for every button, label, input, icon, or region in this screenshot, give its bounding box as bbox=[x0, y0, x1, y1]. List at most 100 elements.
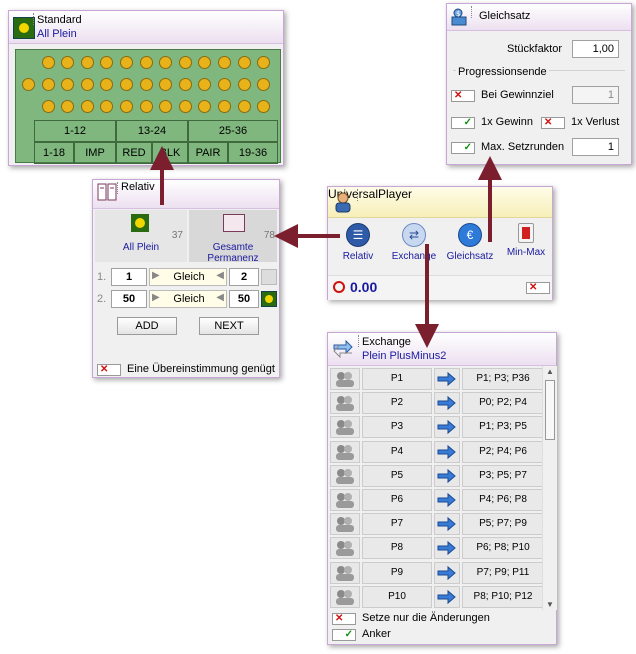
mode-right-arrow-icon[interactable]: ◀ bbox=[216, 270, 224, 281]
number-chip[interactable] bbox=[198, 78, 212, 91]
number-chip[interactable] bbox=[61, 78, 75, 91]
relativ-col2[interactable]: 78 Gesamte Permanenz bbox=[189, 210, 277, 264]
number-chip[interactable] bbox=[257, 100, 271, 113]
number-chip[interactable] bbox=[257, 56, 271, 69]
number-chip[interactable] bbox=[178, 56, 192, 69]
gleichsatz-button[interactable]: € Gleichsatz bbox=[442, 221, 498, 265]
exchange-scrollbar[interactable]: ▲ ▼ bbox=[542, 366, 557, 610]
setzrunden-toggle[interactable]: ✓ bbox=[451, 142, 475, 154]
plein-icon bbox=[13, 17, 35, 39]
number-chip[interactable] bbox=[178, 78, 192, 91]
number-chip[interactable] bbox=[198, 56, 212, 69]
number-chip[interactable] bbox=[257, 78, 271, 91]
relativ-button[interactable]: ☰ Relativ bbox=[330, 221, 386, 265]
exchange-list[interactable]: P1 P1; P3; P36 P2 P0; P2; P4 P3 P1; P3; P5 P4 P… bbox=[328, 366, 556, 610]
uebereinstimmung-toggle[interactable]: ✕ bbox=[97, 364, 121, 376]
anker-toggle[interactable]: ✓ bbox=[332, 629, 356, 641]
row-mode-select[interactable]: ▶ Gleich ◀ bbox=[149, 290, 227, 308]
exchange-row[interactable]: P10 P8; P10; P12 bbox=[330, 585, 544, 608]
number-chip[interactable] bbox=[120, 56, 133, 69]
row-left-value[interactable]: 1 bbox=[111, 268, 147, 286]
chance-blk[interactable]: BLK bbox=[152, 142, 188, 164]
number-chip[interactable] bbox=[41, 78, 55, 91]
scroll-down-icon[interactable]: ▼ bbox=[543, 600, 557, 609]
chance-imp[interactable]: IMP bbox=[74, 142, 116, 164]
min-max-button[interactable]: Min-Max bbox=[498, 221, 554, 265]
exchange-row[interactable]: P3 P1; P3; P5 bbox=[330, 416, 544, 439]
relativ-row[interactable]: 2. 50 ▶ Gleich ◀ 50 bbox=[95, 290, 277, 310]
number-chip[interactable] bbox=[80, 56, 94, 69]
number-chip[interactable] bbox=[159, 56, 173, 69]
number-chip[interactable] bbox=[237, 100, 251, 113]
aenderungen-toggle[interactable]: ✕ bbox=[332, 613, 356, 625]
relativ-col1[interactable]: 37 All Plein bbox=[95, 210, 187, 262]
number-chip[interactable] bbox=[61, 56, 75, 69]
exchange-to: P4; P6; P8 bbox=[462, 489, 544, 511]
exchange-row[interactable]: P8 P6; P8; P10 bbox=[330, 537, 544, 560]
exchange-from: P8 bbox=[362, 537, 432, 560]
next-button[interactable]: NEXT bbox=[199, 317, 259, 335]
number-chip[interactable] bbox=[120, 100, 133, 113]
number-chip[interactable] bbox=[100, 100, 114, 113]
exchange-row[interactable]: P1 P1; P3; P36 bbox=[330, 368, 544, 390]
group-icon bbox=[330, 440, 360, 463]
roulette-table[interactable]: 1-12 13-24 25-36 1-18 IMP RED BLK PAIR 1… bbox=[15, 49, 281, 164]
number-chip[interactable] bbox=[237, 78, 251, 91]
row-mode-select[interactable]: ▶ Gleich ◀ bbox=[149, 268, 227, 286]
row-left-value[interactable]: 50 bbox=[111, 290, 147, 308]
gewinn-toggle[interactable]: ✓ bbox=[451, 117, 475, 129]
number-chip[interactable] bbox=[159, 78, 173, 91]
exchange-row[interactable]: P5 P3; P5; P7 bbox=[330, 464, 544, 487]
anker-label: Anker bbox=[362, 628, 391, 640]
number-chip[interactable] bbox=[41, 100, 55, 113]
number-chip[interactable] bbox=[22, 78, 35, 91]
number-chip[interactable] bbox=[80, 100, 94, 113]
number-chip[interactable] bbox=[178, 100, 192, 113]
row-target-icon[interactable] bbox=[261, 269, 277, 285]
number-chip[interactable] bbox=[139, 56, 153, 69]
number-chip[interactable] bbox=[139, 78, 153, 91]
dozen-1[interactable]: 1-12 bbox=[34, 120, 116, 142]
scroll-thumb[interactable] bbox=[545, 380, 555, 440]
setzrunden-input[interactable]: 1 bbox=[572, 138, 619, 156]
number-chip[interactable] bbox=[80, 78, 94, 91]
gewinnziel-toggle[interactable]: ✕ bbox=[451, 90, 475, 102]
exchange-row[interactable]: P6 P4; P6; P8 bbox=[330, 489, 544, 511]
gewinnziel-input[interactable]: 1 bbox=[572, 86, 619, 104]
number-chip[interactable] bbox=[218, 78, 231, 91]
exchange-from: P4 bbox=[362, 440, 432, 463]
row-target-icon[interactable] bbox=[261, 291, 277, 307]
number-chip[interactable] bbox=[100, 56, 114, 69]
row-right-value[interactable]: 2 bbox=[229, 268, 259, 286]
exchange-row[interactable]: P9 P7; P9; P11 bbox=[330, 561, 544, 584]
row-right-value[interactable]: 50 bbox=[229, 290, 259, 308]
dozen-2[interactable]: 13-24 bbox=[116, 120, 188, 142]
verlust-toggle[interactable]: ✕ bbox=[541, 117, 565, 129]
number-chip[interactable] bbox=[139, 100, 153, 113]
mode-right-arrow-icon[interactable]: ◀ bbox=[216, 292, 224, 303]
scroll-up-icon[interactable]: ▲ bbox=[543, 367, 557, 376]
number-chip[interactable] bbox=[237, 56, 251, 69]
universal-toggle[interactable]: ✕ bbox=[526, 282, 550, 294]
exchange-button[interactable]: ⇄ Exchange bbox=[386, 221, 442, 265]
number-chip[interactable] bbox=[120, 78, 133, 91]
number-chip[interactable] bbox=[159, 100, 173, 113]
chance-red[interactable]: RED bbox=[116, 142, 152, 164]
dozen-3[interactable]: 25-36 bbox=[188, 120, 278, 142]
number-chip[interactable] bbox=[61, 100, 75, 113]
exchange-row[interactable]: P2 P0; P2; P4 bbox=[330, 392, 544, 415]
chance-pair[interactable]: PAIR bbox=[188, 142, 228, 164]
chance-19-36[interactable]: 19-36 bbox=[228, 142, 278, 164]
number-chip[interactable] bbox=[218, 100, 231, 113]
number-chip[interactable] bbox=[198, 100, 212, 113]
number-chip[interactable] bbox=[100, 78, 114, 91]
stop-icon[interactable] bbox=[333, 281, 345, 293]
stueckfaktor-input[interactable]: 1,00 bbox=[572, 40, 619, 58]
exchange-row[interactable]: P7 P5; P7; P9 bbox=[330, 513, 544, 536]
number-chip[interactable] bbox=[218, 56, 231, 69]
chance-1-18[interactable]: 1-18 bbox=[34, 142, 74, 164]
relativ-row[interactable]: 1. 1 ▶ Gleich ◀ 2 bbox=[95, 268, 277, 288]
exchange-row[interactable]: P4 P2; P4; P6 bbox=[330, 440, 544, 463]
add-button[interactable]: ADD bbox=[117, 317, 177, 335]
number-chip[interactable] bbox=[41, 56, 55, 69]
